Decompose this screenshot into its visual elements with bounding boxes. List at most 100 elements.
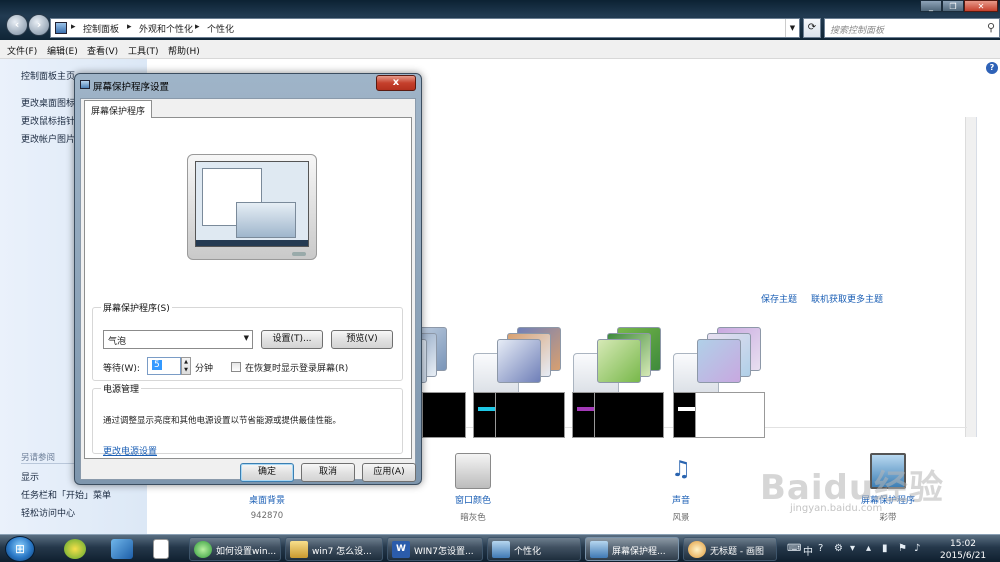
start-button[interactable]: ⊞ <box>5 536 35 562</box>
apply-button[interactable]: 应用(A) <box>362 463 416 482</box>
menu-bar: 文件(F) 编辑(E) 查看(V) 工具(T) 帮助(H) <box>0 40 1000 59</box>
taskbar-item-folder[interactable]: win7 怎么设... <box>285 537 383 561</box>
theme-card <box>597 339 641 383</box>
minimize-button[interactable]: _ <box>920 0 942 12</box>
desktop-background-label: 桌面背景 <box>248 496 285 506</box>
maximize-button[interactable]: ❐ <box>942 0 964 12</box>
clock[interactable]: 15:02 2015/6/21 <box>940 538 986 562</box>
change-power-settings-link[interactable]: 更改电源设置 <box>103 444 157 457</box>
menu-edit[interactable]: 编辑(E) <box>47 44 78 57</box>
search-icon: ⚲ <box>986 21 995 34</box>
save-theme-link[interactable]: 保存主题 <box>761 292 797 305</box>
power-description: 通过调整显示亮度和其他电源设置以节省能源或提供最佳性能。 <box>103 416 342 426</box>
dialog-close-button[interactable]: x <box>376 75 416 91</box>
high-contrast-theme[interactable] <box>422 392 466 438</box>
monitor-icon <box>590 541 608 558</box>
preview-button[interactable]: 预览(V) <box>331 330 393 349</box>
document-icon[interactable] <box>153 539 169 559</box>
taskbar-item-word[interactable]: W WIN7怎设置... <box>387 537 483 561</box>
show-hidden-icons-icon[interactable]: ▴ <box>866 543 871 554</box>
more-themes-link[interactable]: 联机获取更多主题 <box>811 292 883 305</box>
sidebar-link-ease-of-access[interactable]: 轻松访问中心 <box>21 506 75 519</box>
wait-minutes-value: 5 <box>152 360 162 370</box>
sidebar-link-home[interactable]: 控制面板主页 <box>21 69 75 82</box>
paint-icon <box>688 541 706 558</box>
wait-minutes-input[interactable]: 5 <box>147 357 181 375</box>
screensaver-select[interactable]: 气泡 ▼ <box>103 330 253 349</box>
taskbar-item-screensaver[interactable]: 屏幕保护程... <box>585 537 679 561</box>
back-button[interactable]: ‹ <box>6 14 28 36</box>
screensaver-select-value: 气泡 <box>108 337 127 347</box>
theme-thumbnail <box>687 327 761 389</box>
menu-view[interactable]: 查看(V) <box>87 44 118 57</box>
search-placeholder: 搜索控制面板 <box>830 26 885 36</box>
sound-item[interactable]: ♫ 声音 风景 <box>626 453 736 523</box>
resume-login-checkbox[interactable] <box>231 362 241 372</box>
help-icon[interactable]: ? <box>818 543 823 554</box>
baidu-watermark: Baidu经验 <box>760 468 945 508</box>
monitor-icon <box>492 541 510 558</box>
taskbar: ⊞ 如何设置win... win7 怎么设... W WIN7怎设置... 个性… <box>0 534 1000 562</box>
high-contrast-theme[interactable] <box>594 392 664 438</box>
desktop-background-value: 942870 <box>250 511 284 521</box>
menu-tools[interactable]: 工具(T) <box>128 44 159 57</box>
screensaver-group-label: 屏幕保护程序(S) <box>101 301 172 314</box>
sidebar-link-display[interactable]: 显示 <box>21 470 39 483</box>
restore-icon: ❐ <box>949 2 957 11</box>
cancel-button[interactable]: 取消 <box>301 463 355 482</box>
sidebar-link-taskbar[interactable]: 任务栏和「开始」菜单 <box>21 488 111 501</box>
see-also-heading: 另请参阅 <box>21 453 56 463</box>
high-contrast-theme[interactable] <box>495 392 565 438</box>
high-contrast-theme[interactable] <box>695 392 765 438</box>
taskbar-item-personalization[interactable]: 个性化 <box>487 537 581 561</box>
breadcrumb-control-panel[interactable]: 控制面板 <box>83 22 119 35</box>
chevron-down-icon[interactable]: ▾ <box>850 543 855 554</box>
search-input[interactable]: 搜索控制面板 ⚲ <box>824 18 1000 38</box>
back-arrow-icon: ‹ <box>14 18 20 31</box>
tab-panel: 屏幕保护程序(S) 气泡 ▼ 设置(T)... 预览(V) 等待(W): 5 ▲… <box>84 117 412 459</box>
breadcrumb-appearance[interactable]: 外观和个性化 <box>139 22 193 35</box>
close-button[interactable]: ✕ <box>964 0 998 12</box>
taskbar-item-label: 无标题 - 画图 <box>710 547 764 557</box>
taskbar-item-paint[interactable]: 无标题 - 画图 <box>683 537 777 561</box>
sidebar-link-account-picture[interactable]: 更改帐户图片 <box>21 132 75 145</box>
refresh-icon: ⟳ <box>807 22 817 33</box>
input-method-icon[interactable]: 中 <box>803 543 813 558</box>
window-titlebar: ‹ › ▸ 控制面板 ▸ 外观和个性化 ▸ 个性化 ▼ ⟳ 搜索控制面板 ⚲ _… <box>0 0 1000 40</box>
chevron-down-icon[interactable]: ▼ <box>785 19 799 37</box>
theme-card <box>697 339 741 383</box>
settings-icon[interactable]: ⚙ <box>834 543 843 554</box>
keyboard-icon[interactable]: ⌨ <box>787 543 801 554</box>
bird-app-icon[interactable] <box>111 539 133 559</box>
volume-icon[interactable]: ♪ <box>914 543 920 554</box>
taskbar-item-browser[interactable]: 如何设置win... <box>189 537 281 561</box>
dialog-body: 屏幕保护程序 屏幕保护程序(S) 气泡 ▼ 设置(T)... 预览(V) 等待(… <box>80 98 416 482</box>
network-signal-icon[interactable]: ▮ <box>882 543 888 554</box>
address-bar[interactable]: ▸ 控制面板 ▸ 外观和个性化 ▸ 个性化 ▼ <box>50 18 800 38</box>
forward-button[interactable]: › <box>28 14 50 36</box>
clock-date: 2015/6/21 <box>940 551 987 561</box>
wait-spinner[interactable]: ▲ ▼ <box>181 357 191 375</box>
refresh-button[interactable]: ⟳ <box>803 18 821 38</box>
browser-icon[interactable] <box>64 539 86 559</box>
menu-help[interactable]: 帮助(H) <box>168 44 200 57</box>
menu-file[interactable]: 文件(F) <box>7 44 37 57</box>
help-icon[interactable]: ? <box>986 62 998 74</box>
window-color-item[interactable]: 窗口颜色 暗灰色 <box>418 453 528 523</box>
theme-thumbnail <box>487 327 561 389</box>
flag-icon[interactable]: ⚑ <box>898 543 907 554</box>
close-icon: ✕ <box>977 2 985 11</box>
sidebar-link-desktop-icons[interactable]: 更改桌面图标 <box>21 96 75 109</box>
chevron-down-icon: ▼ <box>243 334 249 342</box>
window-color-icon <box>455 453 491 489</box>
tab-screensaver[interactable]: 屏幕保护程序 <box>84 100 153 118</box>
sidebar-link-mouse-pointer[interactable]: 更改鼠标指针 <box>21 114 75 127</box>
clock-time: 15:02 <box>950 539 976 549</box>
dialog-title: 屏幕保护程序设置 <box>93 82 170 93</box>
settings-button[interactable]: 设置(T)... <box>261 330 323 349</box>
monitor-icon <box>80 80 90 89</box>
ok-button[interactable]: 确定 <box>240 463 294 482</box>
breadcrumb-personalization[interactable]: 个性化 <box>207 22 234 35</box>
theme-thumbnail <box>587 327 661 389</box>
window-color-label: 窗口颜色 <box>454 496 491 506</box>
